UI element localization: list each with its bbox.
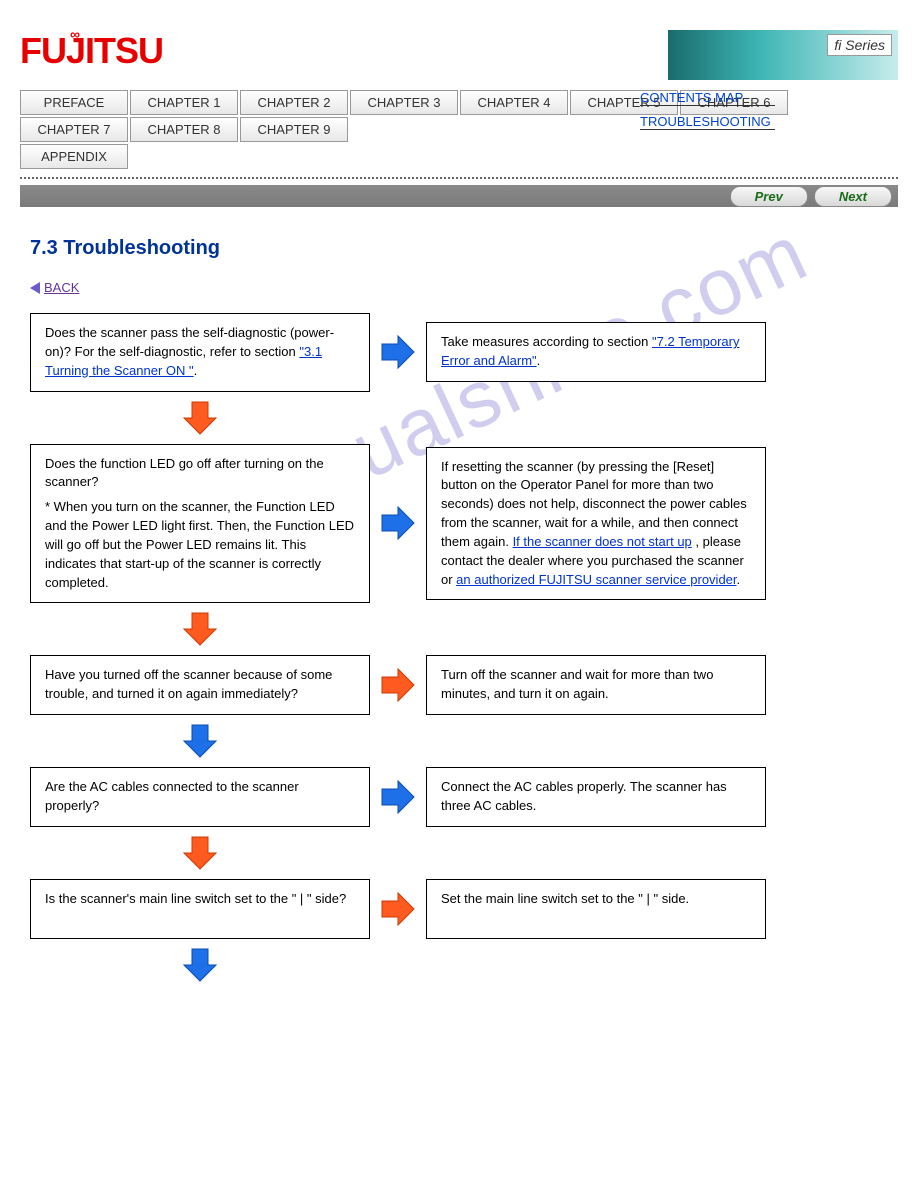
- flow-box-1-left: Does the scanner pass the self-diagnosti…: [30, 313, 370, 392]
- flow-text: .: [737, 572, 741, 587]
- arrow-right-icon: [380, 779, 416, 815]
- flow-box-4-left: Are the AC cables connected to the scann…: [30, 767, 370, 827]
- flow-box-4-right: Connect the AC cables properly. The scan…: [426, 767, 766, 827]
- flow-text: .: [194, 363, 198, 378]
- flow-box-5-left: Is the scanner's main line switch set to…: [30, 879, 370, 939]
- link-service-provider[interactable]: an authorized FUJITSU scanner service pr…: [456, 572, 736, 587]
- arrow-down-icon: [182, 611, 218, 647]
- tab-chapter-4[interactable]: CHAPTER 4: [460, 90, 568, 115]
- flow-box-3-right: Turn off the scanner and wait for more t…: [426, 655, 766, 715]
- tab-chapter-7[interactable]: CHAPTER 7: [20, 117, 128, 142]
- prev-button[interactable]: Prev: [730, 186, 808, 207]
- link-contents-map[interactable]: CONTENTS MAP: [640, 90, 775, 106]
- fujitsu-logo: FUJITSU: [20, 30, 163, 72]
- tab-chapter-1[interactable]: CHAPTER 1: [130, 90, 238, 115]
- tab-chapter-2[interactable]: CHAPTER 2: [240, 90, 348, 115]
- flow-text: Does the function LED go off after turni…: [45, 455, 355, 493]
- flow-note: * When you turn on the scanner, the Func…: [45, 498, 355, 592]
- flow-text: Take measures according to section: [441, 334, 652, 349]
- flow-text: .: [537, 353, 541, 368]
- fi-series-badge: fi Series: [827, 34, 892, 56]
- arrow-right-icon: [380, 505, 416, 541]
- next-button[interactable]: Next: [814, 186, 892, 207]
- flow-box-3-left: Have you turned off the scanner because …: [30, 655, 370, 715]
- flow-box-2-right: If resetting the scanner (by pressing th…: [426, 447, 766, 601]
- tab-chapter-9[interactable]: CHAPTER 9: [240, 117, 348, 142]
- tab-appendix[interactable]: APPENDIX: [20, 144, 128, 169]
- arrow-down-icon: [182, 400, 218, 436]
- arrow-right-icon: [380, 667, 416, 703]
- arrow-right-icon: [380, 334, 416, 370]
- arrow-down-icon: [182, 835, 218, 871]
- nav-bar: Prev Next: [20, 185, 898, 207]
- link-not-start[interactable]: If the scanner does not start up: [513, 534, 692, 549]
- flow-box-5-right: Set the main line switch set to the " | …: [426, 879, 766, 939]
- link-troubleshooting[interactable]: TROUBLESHOOTING: [640, 114, 775, 130]
- flow-text: Does the scanner pass the self-diagnosti…: [45, 325, 334, 359]
- flow-box-2-left: Does the function LED go off after turni…: [30, 444, 370, 604]
- flow-box-1-right: Take measures according to section "7.2 …: [426, 322, 766, 382]
- arrow-right-icon: [380, 891, 416, 927]
- back-link[interactable]: BACK: [44, 280, 79, 295]
- fi-series-banner: fi Series: [668, 30, 898, 80]
- section-title: 7.3 Troubleshooting: [30, 237, 888, 260]
- tab-chapter-3[interactable]: CHAPTER 3: [350, 90, 458, 115]
- tab-preface[interactable]: PREFACE: [20, 90, 128, 115]
- arrow-down-icon: [182, 947, 218, 983]
- tab-chapter-8[interactable]: CHAPTER 8: [130, 117, 238, 142]
- arrow-down-icon: [182, 723, 218, 759]
- back-icon[interactable]: [30, 282, 40, 294]
- divider: [20, 177, 898, 179]
